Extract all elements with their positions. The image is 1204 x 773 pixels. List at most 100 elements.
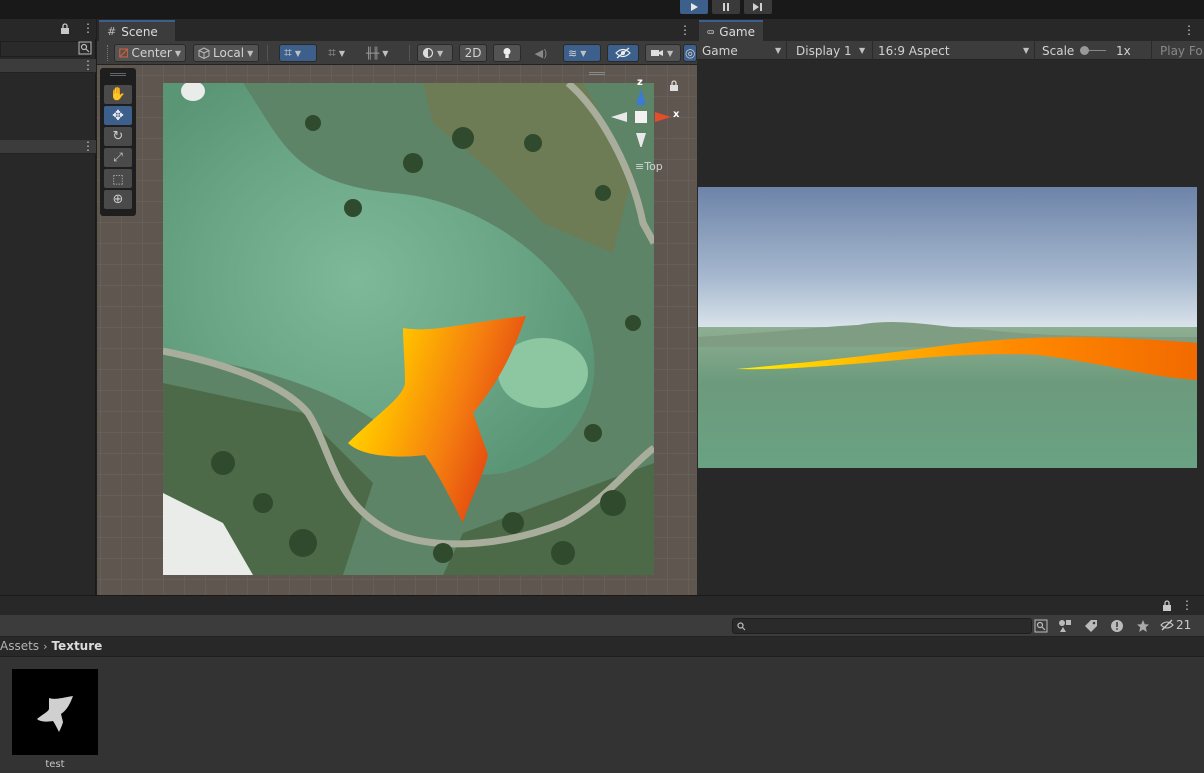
tab-game-label: Game (719, 24, 755, 39)
chevron-down-icon: ▼ (338, 48, 346, 58)
hierarchy-search-input[interactable] (0, 41, 90, 57)
scale-slider-thumb[interactable] (1080, 46, 1089, 55)
pause-icon (723, 3, 729, 11)
grid-icon: # (107, 25, 117, 38)
tag-icon[interactable] (1084, 619, 1098, 633)
play-focused-toggle[interactable]: Play Fo (1155, 41, 1204, 60)
filter-by-type-icon[interactable] (1058, 619, 1072, 633)
more-options-icon[interactable]: ⋮ (679, 24, 691, 36)
chevron-down-icon: ▼ (247, 48, 254, 58)
orientation-gizmo[interactable]: z x ≡Top (609, 77, 695, 177)
rect-tool-button[interactable]: ⬚ (104, 169, 132, 188)
pause-button[interactable] (712, 0, 740, 14)
scale-slider-group: Scale 1x (1037, 41, 1152, 60)
display-select[interactable]: Display 1 ▼ (791, 41, 873, 60)
toggle-2d-button[interactable]: 2D (459, 44, 487, 62)
pivot-mode-dropdown[interactable]: Center ▼ (114, 44, 186, 62)
gizmo-sphere-icon: ◎ (685, 46, 696, 60)
tab-game[interactable]: Game (699, 20, 763, 41)
project-asset-grid: test (0, 657, 1204, 773)
toolbar-grip[interactable] (107, 45, 110, 61)
asset-name-label[interactable]: test (12, 759, 98, 770)
aspect-select-label: 16:9 Aspect (878, 43, 950, 58)
scene-visibility-toggle[interactable] (607, 44, 639, 62)
hand-tool-button[interactable]: ✋ (104, 85, 132, 104)
rotate-icon: ↻ (112, 129, 124, 144)
play-mode-toolbar (0, 0, 1204, 19)
rotate-tool-button[interactable]: ↻ (104, 127, 132, 146)
draw-mode-dropdown[interactable]: ▼ (417, 44, 453, 62)
lighting-toggle[interactable] (493, 44, 521, 62)
tab-scene[interactable]: # Scene (99, 20, 175, 41)
more-options-icon[interactable]: ⋮ (1183, 24, 1195, 36)
space-mode-label: Local (213, 46, 245, 60)
more-options-icon[interactable]: ⋮ (82, 22, 94, 34)
project-tabbar: ⋮ (0, 595, 1204, 615)
pivot-center-icon (119, 48, 129, 58)
hierarchy-tabbar: ⋮ (0, 19, 96, 39)
effects-dropdown[interactable]: ≋ ▼ (563, 44, 601, 62)
gizmo-x-label: x (673, 109, 680, 120)
transform-tool-button[interactable]: ⊕ (104, 190, 132, 209)
move-tool-button[interactable]: ✥ (104, 106, 132, 125)
project-search-input[interactable] (732, 618, 1032, 634)
chevron-down-icon: ▼ (580, 48, 587, 58)
scene-tabbar: # Scene ⋮ (97, 19, 697, 41)
lock-icon[interactable] (1162, 600, 1172, 611)
scale-tool-button[interactable]: ⤢ (104, 148, 132, 167)
hand-icon: ✋ (109, 87, 127, 102)
warning-icon[interactable] (1110, 619, 1124, 633)
overlay-grip[interactable] (589, 72, 605, 75)
gamepad-icon (707, 29, 715, 34)
vertex-snap-dropdown[interactable]: ╫╫ ▼ (361, 44, 399, 62)
scale-icon: ⤢ (113, 150, 123, 164)
more-options-icon[interactable]: ⋮ (82, 140, 94, 152)
breadcrumb-assets[interactable]: Assets (0, 639, 39, 653)
game-view-select[interactable]: Game ▼ (697, 41, 787, 60)
chevron-down-icon: ▼ (775, 46, 782, 55)
transform-icon: ⊕ (112, 192, 124, 207)
chevron-down-icon: ▼ (294, 48, 302, 58)
increment-snap-dropdown[interactable]: ⌗ ▼ (323, 44, 357, 62)
audio-icon: ◀) (534, 46, 548, 60)
play-button[interactable] (680, 0, 708, 14)
more-options-icon[interactable]: ⋮ (82, 59, 94, 71)
tab-scene-label: Scene (121, 24, 158, 39)
hidden-count: 21 (1176, 618, 1192, 632)
lock-icon[interactable] (60, 23, 70, 34)
asset-thumbnail[interactable] (12, 669, 98, 755)
hidden-packages-toggle[interactable]: 21 (1160, 618, 1191, 632)
scale-value: 1x (1116, 43, 1131, 58)
gizmos-toggle[interactable]: ◎ (683, 44, 697, 62)
gizmo-view-text: Top (644, 160, 663, 173)
gizmo-view-label[interactable]: ≡Top (635, 160, 663, 173)
inspector-header: ⋮ (0, 140, 96, 154)
hierarchy-scene-header: ⋮ (0, 59, 96, 73)
aspect-select[interactable]: 16:9 Aspect ▼ (873, 41, 1035, 60)
game-viewport[interactable] (697, 60, 1204, 595)
grid-snapping-toggle[interactable]: ⌗ ▼ (279, 44, 317, 62)
pivot-mode-label: Center (131, 46, 172, 60)
camera-settings-dropdown[interactable]: ▼ (645, 44, 681, 62)
grid-snap-icon: ⌗ (284, 45, 292, 61)
favorite-star-icon[interactable] (1136, 619, 1150, 633)
game-view-select-label: Game (702, 43, 738, 58)
audio-toggle[interactable]: ◀) (527, 44, 555, 62)
breadcrumb-texture[interactable]: Texture (51, 639, 102, 653)
eye-slash-icon (1160, 619, 1174, 631)
effects-layers-icon: ≋ (568, 46, 578, 60)
step-button[interactable] (744, 0, 772, 14)
scene-viewport[interactable]: ✋ ✥ ↻ ⤢ ⬚ ⊕ z x ≡Top (97, 65, 697, 595)
game-toolbar: Game ▼ Display 1 ▼ 16:9 Aspect ▼ Scale 1… (697, 41, 1204, 60)
more-options-icon[interactable]: ⋮ (1181, 599, 1193, 611)
search-by-type-icon[interactable] (1034, 619, 1048, 633)
search-by-type-icon[interactable] (78, 41, 92, 55)
scale-label: Scale (1042, 43, 1075, 58)
chevron-right-icon: › (43, 639, 48, 653)
pivot-rotation-dropdown[interactable]: Local ▼ (193, 44, 259, 62)
display-select-label: Display 1 (796, 43, 852, 58)
axis-gizmo-icon (611, 89, 671, 147)
palette-grip[interactable] (110, 73, 126, 76)
tool-palette: ✋ ✥ ↻ ⤢ ⬚ ⊕ (100, 68, 136, 216)
toggle-2d-label: 2D (464, 46, 482, 60)
